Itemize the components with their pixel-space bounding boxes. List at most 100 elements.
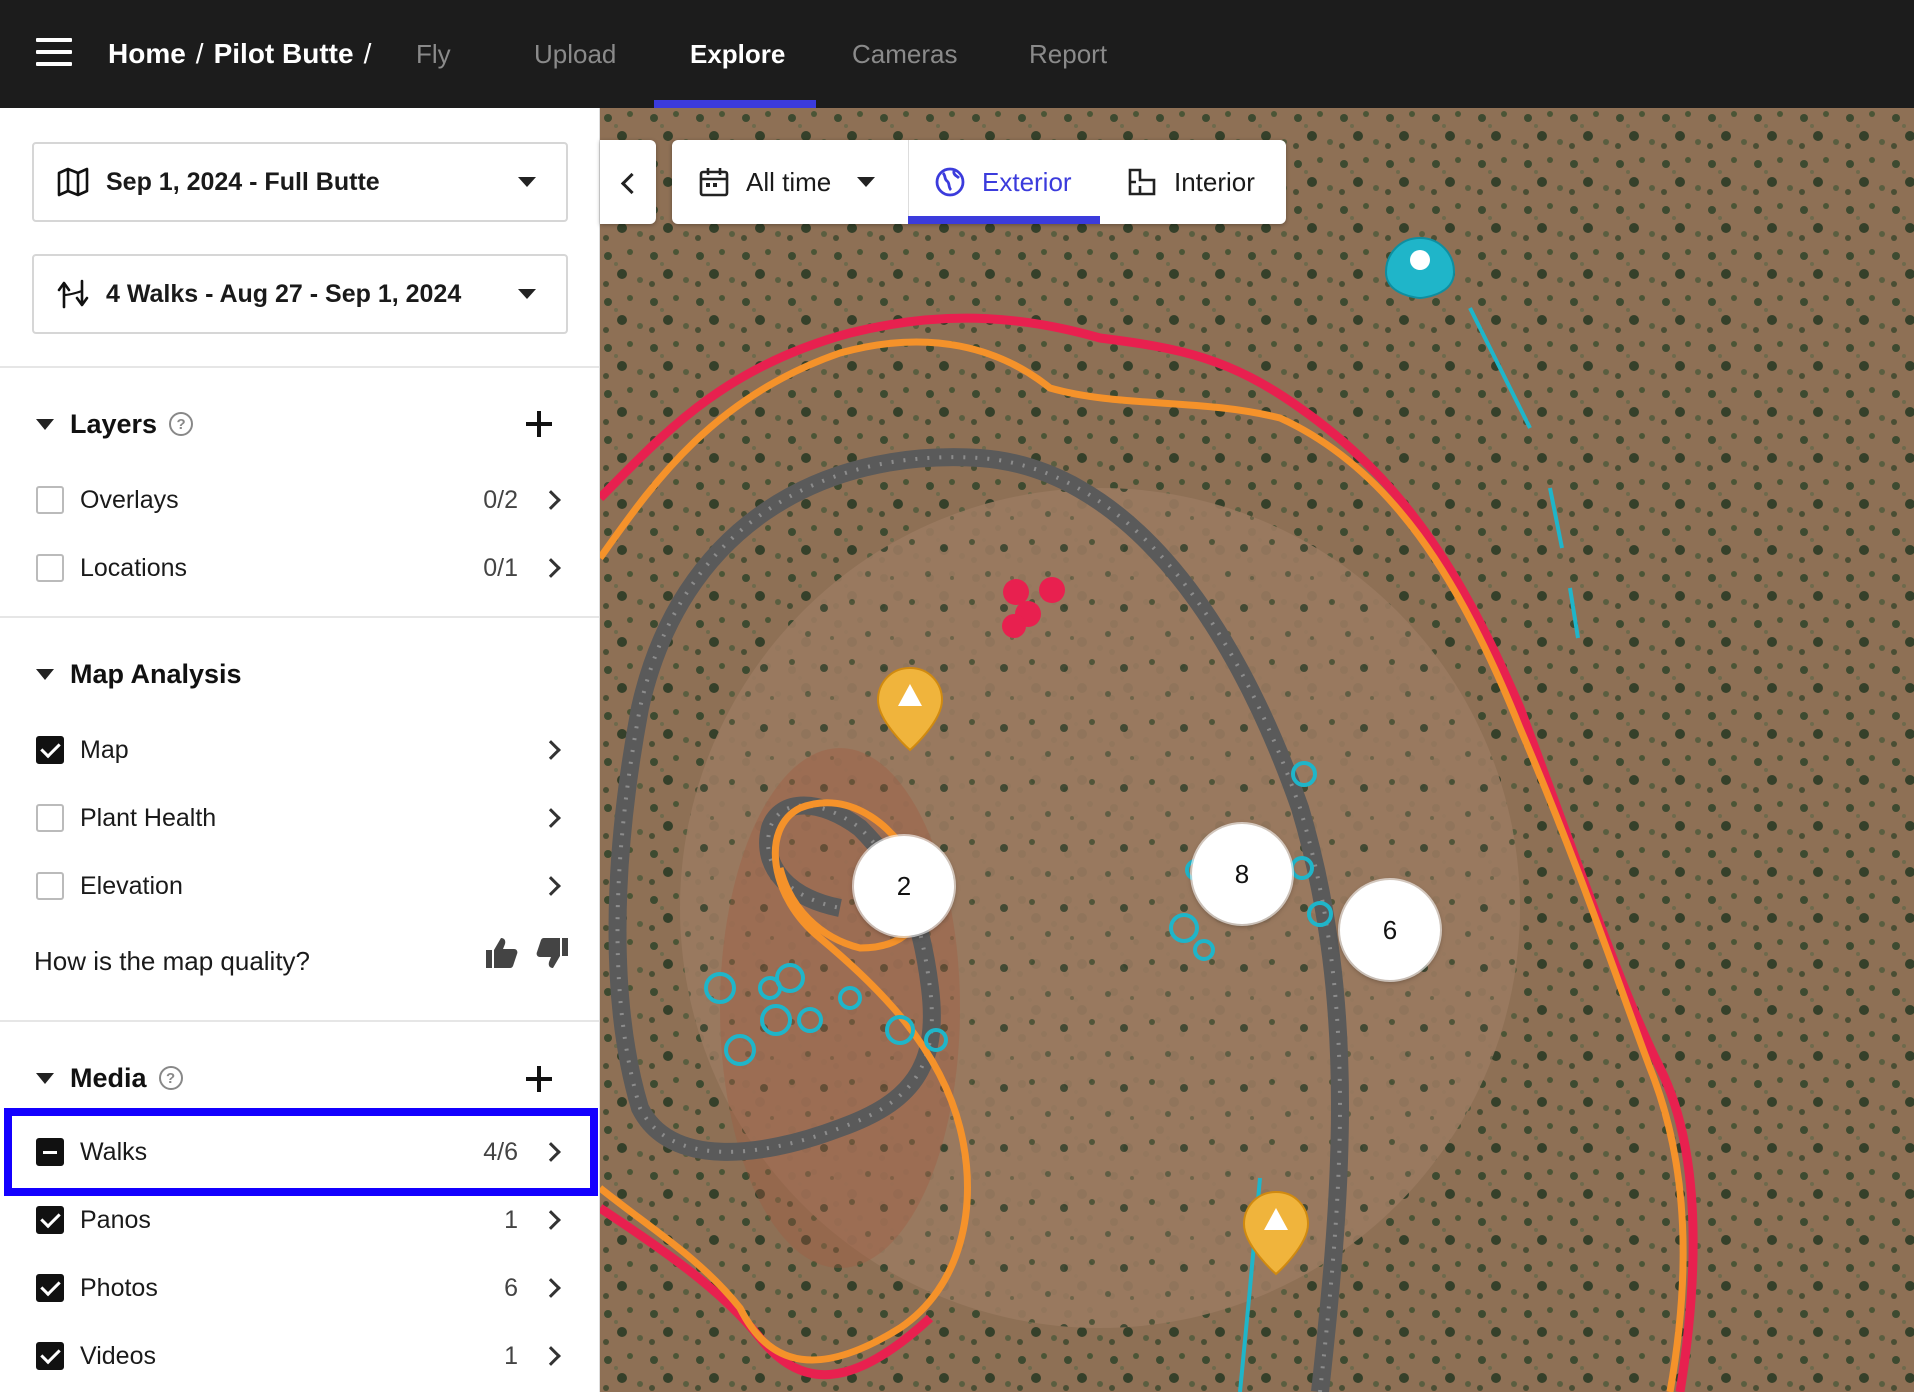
walks-checkbox[interactable] [36, 1138, 64, 1166]
breadcrumb-home[interactable]: Home [108, 38, 186, 70]
globe-icon [935, 167, 965, 197]
layers-section-toggle[interactable]: Layers ? [36, 404, 194, 444]
thumbs-up-icon[interactable] [482, 934, 520, 972]
media-cluster-marker[interactable]: 6 [1340, 880, 1440, 980]
caret-down-icon [36, 668, 54, 680]
map-view-toolbar: All time Exterior Interior [672, 140, 1286, 224]
map-checkbox[interactable] [36, 736, 64, 764]
exterior-label: Exterior [982, 166, 1072, 197]
layer-item-label: Overlays [80, 485, 179, 514]
media-item-label: Panos [80, 1205, 151, 1234]
analysis-item-plant-health[interactable]: Plant Health [0, 786, 599, 850]
chevron-down-icon [518, 289, 536, 299]
analysis-item-label: Elevation [80, 871, 183, 900]
exterior-view-tab[interactable]: Exterior [934, 140, 1072, 224]
top-nav-bar: Home / Pilot Butte / Fly Upload Explore … [0, 0, 1914, 108]
map-select-dropdown[interactable]: Sep 1, 2024 - Full Butte [32, 142, 568, 222]
help-icon[interactable]: ? [169, 412, 194, 436]
media-item-panos[interactable]: Panos 1 [0, 1188, 599, 1252]
map-select-label: Sep 1, 2024 - Full Butte [106, 167, 380, 196]
chevron-right-icon[interactable] [541, 1278, 561, 1298]
interior-view-tab[interactable]: Interior [1126, 140, 1255, 224]
map-canvas[interactable]: 2 8 6 [600, 108, 1914, 1392]
analysis-item-label: Plant Health [80, 803, 217, 832]
sidebar: Sep 1, 2024 - Full Butte 4 Walks - Aug 2… [0, 108, 600, 1392]
aerial-map-imagery [600, 108, 1914, 1392]
breadcrumb-site[interactable]: Pilot Butte [214, 38, 354, 70]
media-item-label: Walks [80, 1137, 148, 1166]
locations-checkbox[interactable] [36, 554, 64, 582]
tab-cameras[interactable]: Cameras [852, 34, 957, 74]
layer-item-label: Locations [80, 553, 188, 582]
calendar-icon [699, 168, 729, 197]
breadcrumb-separator: / [363, 38, 372, 69]
chevron-right-icon[interactable] [541, 808, 561, 828]
layer-item-count: 0/1 [483, 553, 518, 582]
map-icon [57, 167, 89, 197]
thumbs-down-icon[interactable] [534, 934, 572, 972]
caret-down-icon [36, 418, 54, 430]
add-media-button[interactable] [524, 1064, 554, 1094]
chevron-right-icon[interactable] [541, 1142, 561, 1162]
chevron-right-icon[interactable] [541, 740, 561, 760]
layer-item-overlays[interactable]: Overlays 0/2 [0, 468, 599, 532]
panos-checkbox[interactable] [36, 1206, 64, 1234]
media-item-photos[interactable]: Photos 6 [0, 1256, 599, 1320]
layer-item-locations[interactable]: Locations 0/1 [0, 536, 599, 600]
active-tab-indicator [654, 100, 816, 108]
chevron-right-icon[interactable] [541, 490, 561, 510]
map-analysis-title: Map Analysis [70, 658, 242, 689]
add-layer-button[interactable] [524, 409, 554, 439]
overlays-checkbox[interactable] [36, 486, 64, 514]
divider [908, 140, 909, 224]
map-quality-question: How is the map quality? [34, 946, 311, 976]
chevron-down-icon [857, 177, 876, 187]
media-cluster-marker[interactable]: 8 [1192, 824, 1292, 924]
tab-explore[interactable]: Explore [690, 34, 785, 74]
media-item-videos[interactable]: Videos 1 [0, 1324, 599, 1388]
layers-title: Layers [70, 408, 158, 439]
tab-fly[interactable]: Fly [416, 34, 451, 74]
chevron-right-icon[interactable] [541, 1346, 561, 1366]
walk-select-label: 4 Walks - Aug 27 - Sep 1, 2024 [106, 279, 462, 308]
analysis-item-elevation[interactable]: Elevation [0, 854, 599, 918]
divider [0, 1020, 599, 1022]
walk-path-icon [57, 279, 89, 309]
analysis-item-map[interactable]: Map [0, 718, 599, 782]
analysis-item-label: Map [80, 735, 129, 764]
tab-upload[interactable]: Upload [534, 34, 616, 74]
tab-report[interactable]: Report [1029, 34, 1107, 74]
time-filter-dropdown[interactable]: All time [698, 140, 876, 224]
elevation-checkbox[interactable] [36, 872, 64, 900]
media-item-label: Photos [80, 1273, 158, 1302]
time-filter-label: All time [746, 166, 832, 197]
chevron-down-icon [518, 177, 536, 187]
media-item-count: 6 [504, 1273, 518, 1302]
map-analysis-section-toggle[interactable]: Map Analysis [36, 654, 242, 694]
chevron-right-icon[interactable] [541, 876, 561, 896]
walk-select-dropdown[interactable]: 4 Walks - Aug 27 - Sep 1, 2024 [32, 254, 568, 334]
photos-checkbox[interactable] [36, 1274, 64, 1302]
media-title: Media [70, 1062, 147, 1093]
breadcrumb-separator: / [195, 38, 204, 69]
media-item-count: 1 [504, 1341, 518, 1370]
divider [0, 616, 599, 618]
media-item-count: 1 [504, 1205, 518, 1234]
divider [0, 366, 599, 368]
help-icon[interactable]: ? [158, 1066, 183, 1090]
menu-icon[interactable] [36, 36, 72, 68]
caret-down-icon [36, 1072, 54, 1084]
media-item-label: Videos [80, 1341, 156, 1370]
collapse-sidebar-button[interactable] [600, 140, 656, 224]
floorplan-icon [1128, 168, 1156, 196]
chevron-right-icon[interactable] [541, 558, 561, 578]
active-view-indicator [908, 216, 1100, 224]
media-cluster-marker[interactable]: 2 [854, 836, 954, 936]
plant-health-checkbox[interactable] [36, 804, 64, 832]
videos-checkbox[interactable] [36, 1342, 64, 1370]
chevron-right-icon[interactable] [541, 1210, 561, 1230]
media-item-count: 4/6 [483, 1137, 518, 1166]
media-item-walks[interactable]: Walks 4/6 [0, 1120, 599, 1184]
layer-item-count: 0/2 [483, 485, 518, 514]
media-section-toggle[interactable]: Media ? [36, 1058, 183, 1098]
